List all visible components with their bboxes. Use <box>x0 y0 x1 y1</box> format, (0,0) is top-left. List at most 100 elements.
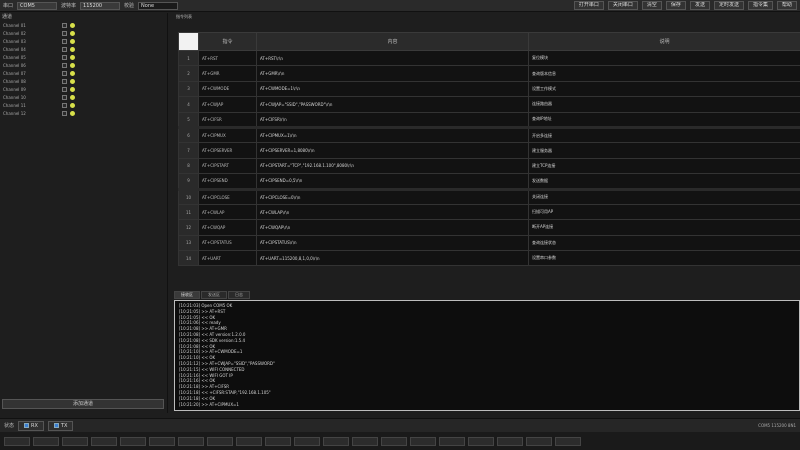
table-row[interactable]: 13 AT+CIPSTATUS AT+CIPSTATUS\r\n 查询连接状态 <box>178 234 800 252</box>
row-index[interactable]: 3 <box>178 80 199 98</box>
clear-button[interactable]: 清空 <box>641 1 662 10</box>
channel-checkbox[interactable] <box>62 70 67 76</box>
strip-item[interactable] <box>33 436 59 446</box>
content-cell[interactable]: AT+CIFSR\r\n <box>256 111 529 128</box>
content-cell[interactable]: AT+CIPMUX=1\r\n <box>256 125 529 144</box>
table-row[interactable]: 12 AT+CWQAP AT+CWQAP\r\n 断开AP连接 <box>178 219 800 236</box>
command-cell[interactable]: AT+GMR <box>198 65 257 82</box>
description-cell[interactable]: 连接路由器 <box>528 96 800 113</box>
strip-item[interactable] <box>120 436 146 446</box>
strip-item[interactable] <box>149 436 175 446</box>
content-cell[interactable]: AT+CWQAP\r\n <box>256 219 529 236</box>
table-row[interactable]: 10 AT+CIPCLOSE AT+CIPCLOSE=0\r\n 关闭连接 <box>178 187 800 205</box>
strip-item[interactable] <box>497 436 523 446</box>
channel-checkbox[interactable] <box>62 86 67 92</box>
row-index[interactable]: 8 <box>178 157 199 175</box>
row-index[interactable]: 13 <box>178 234 199 252</box>
strip-item[interactable] <box>439 436 465 446</box>
channel-row[interactable]: Channel 01 <box>0 21 167 29</box>
column-header-description[interactable]: 说明 <box>528 32 800 51</box>
command-cell[interactable]: AT+CIPCLOSE <box>198 187 257 205</box>
row-index[interactable]: 6 <box>178 125 199 144</box>
description-cell[interactable]: 发送数据 <box>528 173 800 190</box>
channel-checkbox[interactable] <box>62 62 67 68</box>
tab-receive[interactable]: 接收区 <box>174 291 200 299</box>
strip-item[interactable] <box>555 436 581 446</box>
strip-item[interactable] <box>468 436 494 446</box>
row-index[interactable]: 11 <box>178 203 199 221</box>
channel-row[interactable]: Channel 04 <box>0 45 167 53</box>
channel-checkbox[interactable] <box>62 54 67 60</box>
baud-select[interactable]: 115200 <box>80 1 121 10</box>
command-cell[interactable]: AT+CWJAP <box>198 96 257 113</box>
channel-checkbox[interactable] <box>62 78 67 84</box>
command-cell[interactable]: AT+RST <box>198 49 257 67</box>
strip-item[interactable] <box>236 436 262 446</box>
content-cell[interactable]: AT+CIPSTATUS\r\n <box>256 234 529 252</box>
content-cell[interactable]: AT+CWMODE=1\r\n <box>256 80 529 98</box>
table-row[interactable]: 1 AT+RST AT+RST\r\n 复位模块 <box>178 49 800 67</box>
command-cell[interactable]: AT+UART <box>198 250 257 267</box>
column-header-command[interactable]: 指令 <box>198 32 257 51</box>
tx-toggle[interactable]: TX <box>47 420 74 431</box>
row-index[interactable]: 9 <box>178 173 199 190</box>
command-cell[interactable]: AT+CIPSEND <box>198 173 257 190</box>
channel-checkbox[interactable] <box>62 110 67 116</box>
command-cell[interactable]: AT+CIPSTATUS <box>198 234 257 252</box>
row-index[interactable]: 4 <box>178 96 199 113</box>
command-cell[interactable]: AT+CIPSERVER <box>198 142 257 159</box>
channel-checkbox[interactable] <box>62 30 67 36</box>
column-header-content[interactable]: 内容 <box>256 32 529 51</box>
table-row[interactable]: 2 AT+GMR AT+GMR\r\n 查询版本信息 <box>178 65 800 82</box>
channel-checkbox[interactable] <box>62 102 67 108</box>
channel-checkbox[interactable] <box>62 94 67 100</box>
row-index[interactable]: 7 <box>178 142 199 159</box>
content-cell[interactable]: AT+CIPSERVER=1,8080\r\n <box>256 142 529 159</box>
table-row[interactable]: 7 AT+CIPSERVER AT+CIPSERVER=1,8080\r\n 建立服务… <box>178 142 800 159</box>
description-cell[interactable]: 复位模块 <box>528 49 800 67</box>
strip-item[interactable] <box>352 436 378 446</box>
channel-row[interactable]: Channel 02 <box>0 29 167 37</box>
command-cell[interactable]: AT+CWLAP <box>198 203 257 221</box>
description-cell[interactable]: 查询IP地址 <box>528 111 800 128</box>
command-cell[interactable]: AT+CIPSTART <box>198 157 257 175</box>
rx-toggle[interactable]: RX <box>18 420 44 431</box>
channel-row[interactable]: Channel 08 <box>0 77 167 85</box>
table-row[interactable]: 9 AT+CIPSEND AT+CIPSEND=0,5\r\n 发送数据 <box>178 173 800 190</box>
close-port-button[interactable]: 关闭串口 <box>607 1 638 10</box>
channel-row[interactable]: Channel 07 <box>0 69 167 77</box>
channel-row[interactable]: Channel 11 <box>0 101 167 109</box>
timed-send-button[interactable]: 定时发送 <box>713 1 744 10</box>
content-cell[interactable]: AT+CIPSTART="TCP","192.168.1.100",8080\r… <box>256 157 529 175</box>
send-button[interactable]: 发送 <box>689 1 710 10</box>
channel-row[interactable]: Channel 06 <box>0 61 167 69</box>
description-cell[interactable]: 查询版本信息 <box>528 65 800 82</box>
table-row[interactable]: 6 AT+CIPMUX AT+CIPMUX=1\r\n 开启多连接 <box>178 125 800 144</box>
row-index[interactable]: 12 <box>178 219 199 236</box>
content-cell[interactable]: AT+RST\r\n <box>256 49 529 67</box>
row-index[interactable]: 1 <box>178 49 199 67</box>
description-cell[interactable]: 断开AP连接 <box>528 219 800 236</box>
description-cell[interactable]: 建立服务器 <box>528 142 800 159</box>
channel-checkbox[interactable] <box>62 38 67 44</box>
receive-log[interactable]: [10:21:03] Open COM5 OK [10:21:05] >> AT+… <box>174 300 800 411</box>
table-row[interactable]: 14 AT+UART AT+UART=115200,8,1,0,0\r\n 设置串口参… <box>178 250 800 267</box>
open-port-button[interactable]: 打开串口 <box>573 1 604 10</box>
channel-row[interactable]: Channel 12 <box>0 109 167 117</box>
strip-item[interactable] <box>4 436 30 446</box>
strip-item[interactable] <box>178 436 204 446</box>
content-cell[interactable]: AT+CIPCLOSE=0\r\n <box>256 187 529 205</box>
table-row[interactable]: 5 AT+CIFSR AT+CIFSR\r\n 查询IP地址 <box>178 111 800 128</box>
command-cell[interactable]: AT+CIFSR <box>198 111 257 128</box>
description-cell[interactable]: 建立TCP连接 <box>528 157 800 175</box>
channel-checkbox[interactable] <box>62 46 67 52</box>
table-row[interactable]: 3 AT+CWMODE AT+CWMODE=1\r\n 设置工作模式 <box>178 80 800 98</box>
parity-select[interactable]: None <box>138 1 179 10</box>
content-cell[interactable]: AT+CWJAP="SSID","PASSWORD"\r\n <box>256 96 529 113</box>
command-cell[interactable]: AT+CIPMUX <box>198 125 257 144</box>
channel-checkbox[interactable] <box>62 22 67 28</box>
table-row[interactable]: 4 AT+CWJAP AT+CWJAP="SSID","PASSWORD"\r\n 连… <box>178 96 800 113</box>
table-row[interactable]: 11 AT+CWLAP AT+CWLAP\r\n 扫描可用AP <box>178 203 800 221</box>
strip-item[interactable] <box>265 436 291 446</box>
tab-log[interactable]: 日志 <box>228 291 250 299</box>
